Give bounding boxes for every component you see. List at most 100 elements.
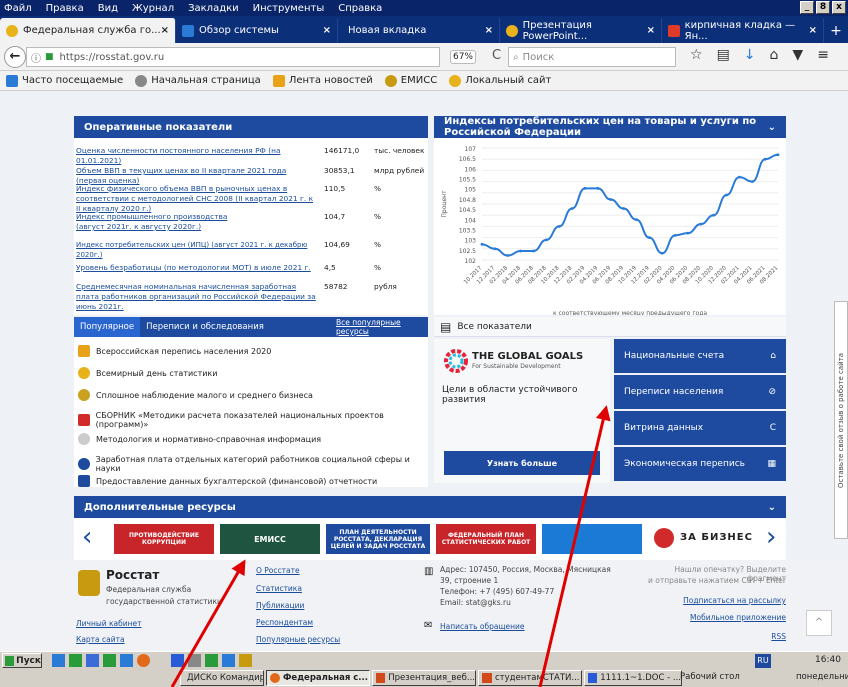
- indicator-link[interactable]: Объем ВВП в текущих ценах во II квартале…: [76, 166, 316, 186]
- footer-link-publications[interactable]: Публикации: [256, 601, 304, 610]
- banner-classifiers[interactable]: [542, 524, 642, 554]
- footer-link-about[interactable]: О Росстате: [256, 566, 300, 575]
- indicator-link[interactable]: Уровень безработицы (по методологии МОТ)…: [76, 263, 316, 273]
- quick-launch-icon[interactable]: [239, 654, 252, 667]
- menu-help[interactable]: Справка: [338, 3, 382, 14]
- banner-rosstat-plan[interactable]: ПЛАН ДЕЯТЕЛЬНОСТИ РОССТАТА, ДЕКЛАРАЦИЯ Ц…: [326, 524, 430, 554]
- additional-resources-header[interactable]: Дополнительные ресурсы ⌄: [74, 496, 786, 518]
- quick-launch-icon[interactable]: [120, 654, 133, 667]
- tab-censuses[interactable]: Переписи и обследования: [140, 322, 270, 332]
- menu-file[interactable]: Файл: [4, 3, 32, 14]
- library-icon[interactable]: ▤: [717, 47, 730, 63]
- banner-business[interactable]: ЗА БИЗНЕС: [680, 532, 753, 543]
- footer-link-respondents[interactable]: Респондентам: [256, 618, 313, 627]
- search-input[interactable]: ⌕ Поиск: [508, 47, 676, 67]
- economic-census-button[interactable]: Экономическая перепись ▦: [614, 447, 786, 481]
- pocket-icon[interactable]: ▼: [792, 47, 803, 63]
- tab-yandex[interactable]: кирпичная кладка — Ян... ×: [662, 18, 824, 43]
- tab-rosstat[interactable]: Федеральная служба го... ×: [0, 18, 176, 43]
- banner-emiss[interactable]: ЕМИСС: [220, 524, 320, 554]
- language-indicator[interactable]: RU: [755, 654, 771, 668]
- popular-item[interactable]: Предоставление данных бухгалтерской (фин…: [78, 475, 377, 487]
- taskbar-button[interactable]: Федеральная с...: [266, 670, 370, 686]
- scroll-up-button[interactable]: ^: [806, 610, 832, 636]
- popular-item[interactable]: Заработная плата отдельных категорий раб…: [78, 455, 428, 473]
- menu-history[interactable]: Журнал: [132, 3, 174, 14]
- url-text[interactable]: https://rosstat.gov.ru: [60, 52, 165, 63]
- url-bar[interactable]: ⓘ ■ https://rosstat.gov.ru: [26, 47, 440, 67]
- menu-tools[interactable]: Инструменты: [253, 3, 325, 14]
- back-button[interactable]: ←: [4, 45, 26, 68]
- all-indicators-link[interactable]: ▤ Все показатели: [434, 317, 786, 337]
- home-icon[interactable]: ⌂: [770, 47, 779, 63]
- quick-launch-icon[interactable]: [103, 654, 116, 667]
- close-tab-icon[interactable]: ×: [161, 25, 169, 36]
- download-icon[interactable]: ↓: [744, 47, 756, 63]
- quick-launch-icon[interactable]: [188, 654, 201, 667]
- close-tab-icon[interactable]: ×: [647, 25, 655, 36]
- tab-new[interactable]: Новая вкладка ×: [338, 18, 500, 43]
- rss-link[interactable]: RSS: [640, 632, 786, 641]
- bookmark-home-page[interactable]: Начальная страница: [135, 74, 261, 87]
- close-tab-icon[interactable]: ×: [323, 25, 331, 36]
- close-window-button[interactable]: x: [832, 1, 846, 14]
- quick-launch-icon[interactable]: [86, 654, 99, 667]
- taskbar-button[interactable]: ДИСКо Командир ...: [180, 670, 264, 686]
- quick-launch-icon[interactable]: [222, 654, 235, 667]
- menu-edit[interactable]: Правка: [46, 3, 84, 14]
- new-tab-button[interactable]: +: [824, 18, 848, 43]
- tab-powerpoint[interactable]: Презентация PowerPoint... ×: [500, 18, 662, 43]
- popular-item[interactable]: Методология и нормативно-справочная инфо…: [78, 433, 321, 445]
- popular-item[interactable]: Всероссийская перепись населения 2020: [78, 345, 271, 357]
- write-appeal-link[interactable]: Написать обращение: [440, 622, 525, 631]
- cpi-panel-header[interactable]: Индексы потребительских цен на товары и …: [434, 116, 786, 138]
- bookmark-star-icon[interactable]: ☆: [690, 47, 703, 63]
- quick-launch-icon[interactable]: [154, 654, 167, 667]
- tab-system-overview[interactable]: Обзор системы ×: [176, 18, 338, 43]
- menu-bookmarks[interactable]: Закладки: [188, 3, 239, 14]
- taskbar-button[interactable]: 1111.1~1.DOC - ...: [584, 670, 682, 686]
- data-showcase-button[interactable]: Витрина данных C: [614, 411, 786, 445]
- banner-anticorruption[interactable]: ПРОТИВОДЕЙСТВИЕ КОРРУПЦИИ: [114, 524, 214, 554]
- sitemap-link[interactable]: Карта сайта: [76, 635, 125, 644]
- start-button[interactable]: Пуск: [2, 653, 42, 668]
- chevron-down-icon[interactable]: ⌄: [768, 122, 776, 133]
- mobile-app-link[interactable]: Мобильное приложение: [640, 613, 786, 622]
- close-tab-icon[interactable]: ×: [485, 25, 493, 36]
- close-tab-icon[interactable]: ×: [809, 25, 817, 36]
- taskbar-button[interactable]: Презентация_веб...: [372, 670, 476, 686]
- maximize-button[interactable]: 8: [816, 1, 830, 14]
- bookmark-news-feed[interactable]: Лента новостей: [272, 74, 373, 87]
- population-census-button[interactable]: Переписи населения ⊘: [614, 375, 786, 409]
- popular-item[interactable]: Сплошное наблюдение малого и среднего би…: [78, 389, 313, 401]
- chevron-down-icon[interactable]: ⌄: [768, 502, 776, 513]
- footer-link-popular[interactable]: Популярные ресурсы: [256, 635, 340, 644]
- desktop-toolbar[interactable]: Рабочий стол: [680, 672, 740, 682]
- bookmark-most-visited[interactable]: Часто посещаемые: [6, 74, 123, 87]
- indicator-link[interactable]: Индекс промышленного производства (авгус…: [76, 212, 256, 232]
- bookmark-emiss[interactable]: ЕМИСС: [384, 74, 437, 87]
- quick-launch-icon[interactable]: [205, 654, 218, 667]
- popular-item[interactable]: Всемирный день статистики: [78, 367, 217, 379]
- carousel-next-button[interactable]: ›: [766, 522, 776, 552]
- tab-popular[interactable]: Популярное: [74, 317, 141, 337]
- popular-item[interactable]: СБОРНИК «Методики расчета показателей на…: [78, 411, 428, 429]
- quick-launch-icon[interactable]: [52, 654, 65, 667]
- national-accounts-button[interactable]: Национальные счета ⌂: [614, 339, 786, 373]
- menu-view[interactable]: Вид: [98, 3, 118, 14]
- quick-launch-icon[interactable]: [171, 654, 184, 667]
- quick-launch-icon[interactable]: [69, 654, 82, 667]
- all-popular-link[interactable]: Все популярные ресурсы: [336, 318, 428, 336]
- minimize-button[interactable]: _: [800, 1, 814, 14]
- personal-cabinet-link[interactable]: Личный кабинет: [76, 619, 142, 628]
- menu-icon[interactable]: ≡: [817, 47, 829, 63]
- indicator-link[interactable]: Индекс физического объема ВВП в рыночных…: [76, 184, 316, 214]
- footer-link-statistics[interactable]: Статистика: [256, 584, 302, 593]
- zoom-level[interactable]: 67%: [450, 50, 476, 64]
- banner-federal-plan[interactable]: ФЕДЕРАЛЬНЫЙ ПЛАН СТАТИСТИЧЕСКИХ РАБОТ: [436, 524, 536, 554]
- subscribe-link[interactable]: Подписаться на рассылку: [640, 596, 786, 605]
- taskbar-button[interactable]: студентамСТАТИ...: [478, 670, 582, 686]
- indicator-link[interactable]: Оценка численности постоянного населения…: [76, 146, 316, 166]
- carousel-prev-button[interactable]: ‹: [82, 522, 92, 552]
- quick-launch-icon[interactable]: [137, 654, 150, 667]
